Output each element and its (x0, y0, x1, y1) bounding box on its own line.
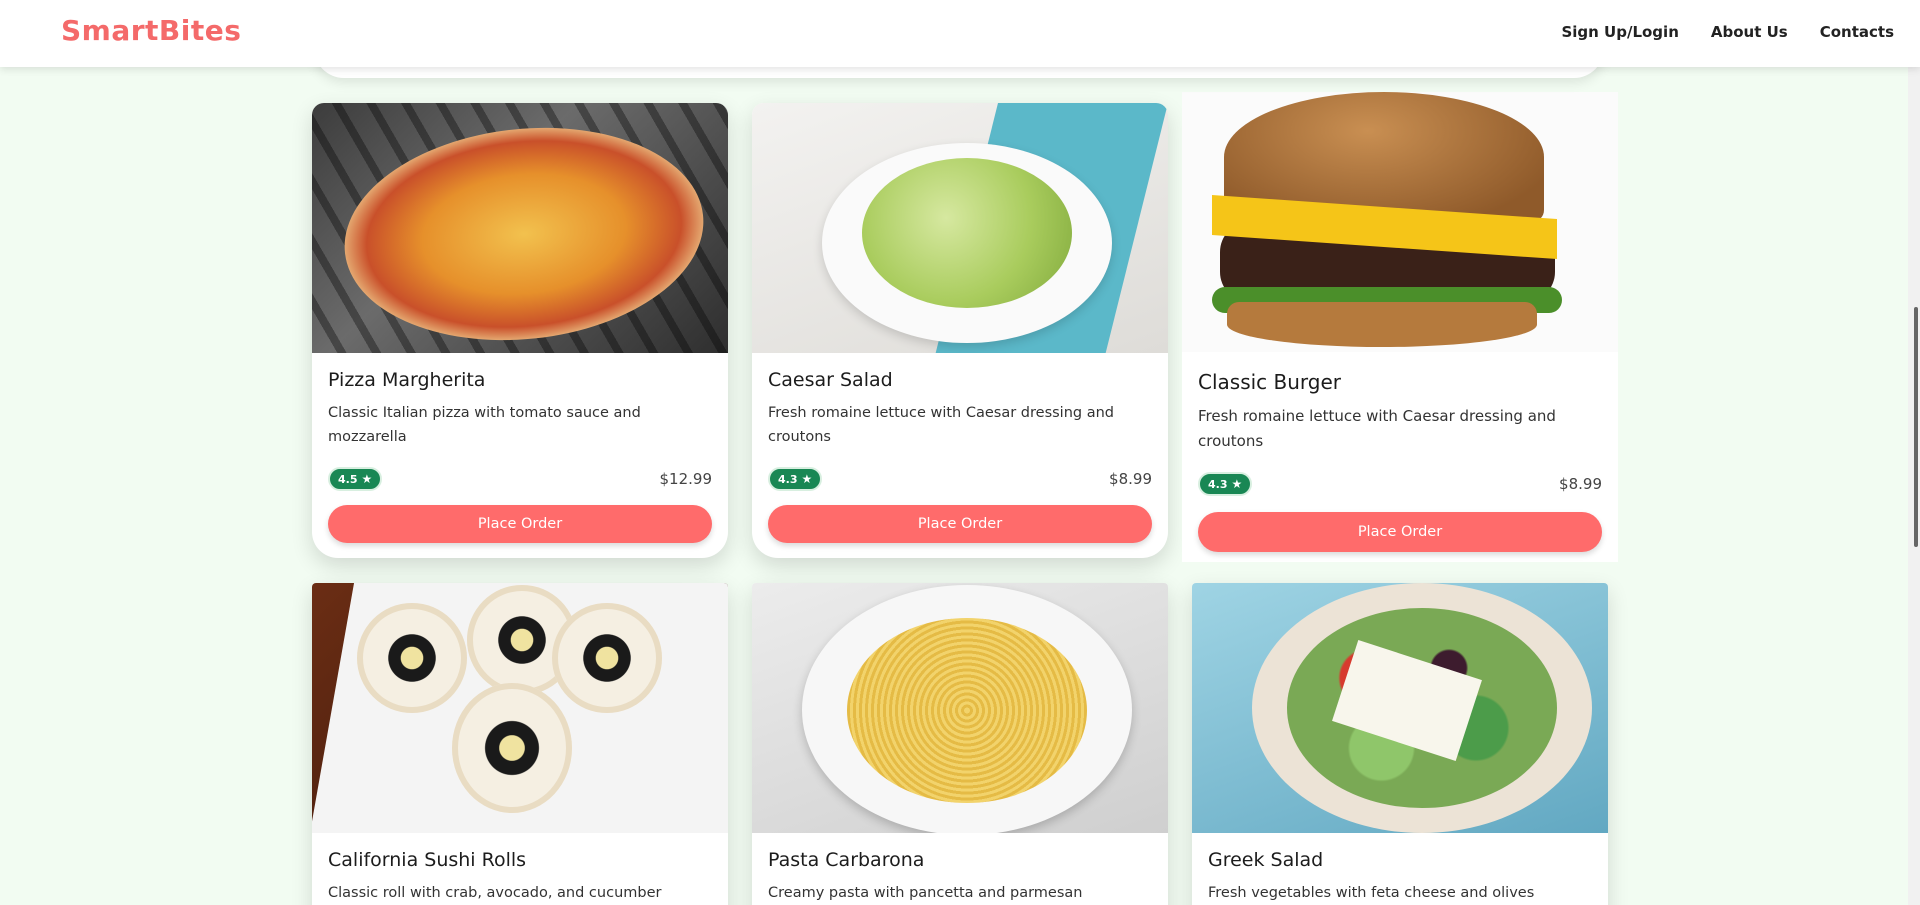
nav-links: Sign Up/Login About Us Contacts (1561, 23, 1894, 41)
pizza-image (312, 103, 728, 353)
rating-badge: 4.3 ★ (768, 467, 823, 491)
food-card-classic-burger: Classic Burger Fresh romaine lettuce wit… (1182, 92, 1618, 562)
bun-bottom-shape (1227, 302, 1537, 347)
sushi-image (312, 583, 728, 833)
pasta-icon (847, 618, 1087, 803)
nav-about-us[interactable]: About Us (1711, 23, 1788, 41)
price: $12.99 (659, 470, 713, 488)
nav-signup-login[interactable]: Sign Up/Login (1561, 23, 1678, 41)
card-title: California Sushi Rolls (328, 849, 527, 871)
food-card-california-sushi-rolls: California Sushi Rolls Classic roll with… (312, 583, 728, 905)
rating-badge: 4.3 ★ (1198, 472, 1253, 496)
salad-icon (862, 158, 1072, 308)
star-icon: ★ (361, 472, 373, 486)
sushi-roll-icon (552, 603, 662, 713)
food-card-greek-salad: Greek Salad Fresh vegetables with feta c… (1192, 583, 1608, 905)
rating-badge: 4.5 ★ (328, 467, 383, 491)
place-order-button[interactable]: Place Order (328, 505, 712, 543)
card-description: Fresh vegetables with feta cheese and ol… (1208, 885, 1535, 901)
brand-logo[interactable]: SmartBites (61, 14, 241, 47)
card-description: Creamy pasta with pancetta and parmesan (768, 885, 1083, 901)
card-title: Caesar Salad (768, 369, 893, 391)
card-title: Pizza Margherita (328, 369, 486, 391)
sushi-roll-icon (452, 683, 572, 813)
card-description: Fresh romaine lettuce with Caesar dressi… (768, 405, 1114, 445)
pizza-icon (334, 110, 714, 353)
scrollbar-thumb[interactable] (1914, 307, 1918, 547)
food-card-caesar-salad: Caesar Salad Fresh romaine lettuce with … (752, 103, 1168, 558)
star-icon: ★ (801, 472, 813, 486)
classic-burger-image (1182, 92, 1618, 352)
greek-salad-image (1192, 583, 1608, 833)
price: $8.99 (1109, 470, 1152, 488)
card-description: Classic roll with crab, avocado, and cuc… (328, 885, 662, 901)
pasta-image (752, 583, 1168, 833)
rating-value: 4.3 (778, 472, 798, 486)
card-title: Pasta Carbarona (768, 849, 925, 871)
price: $8.99 (1559, 475, 1602, 493)
place-order-button[interactable]: Place Order (768, 505, 1152, 543)
card-description: Classic Italian pizza with tomato sauce … (328, 405, 641, 445)
sushi-roll-icon (357, 603, 467, 713)
nav-contacts[interactable]: Contacts (1820, 23, 1894, 41)
card-title: Greek Salad (1208, 849, 1324, 871)
rating-value: 4.3 (1208, 477, 1228, 491)
card-description: Fresh romaine lettuce with Caesar dressi… (1198, 407, 1556, 450)
star-icon: ★ (1231, 477, 1243, 491)
page-scrollbar[interactable] (1908, 67, 1920, 905)
place-order-button[interactable]: Place Order (1198, 512, 1602, 552)
caesar-salad-image (752, 103, 1168, 353)
rating-value: 4.5 (338, 472, 358, 486)
food-card-pasta-carbarona: Pasta Carbarona Creamy pasta with pancet… (752, 583, 1168, 905)
navbar: SmartBites Sign Up/Login About Us Contac… (0, 0, 1920, 67)
card-title: Classic Burger (1198, 370, 1342, 394)
food-card-pizza-margherita: Pizza Margherita Classic Italian pizza w… (312, 103, 728, 558)
